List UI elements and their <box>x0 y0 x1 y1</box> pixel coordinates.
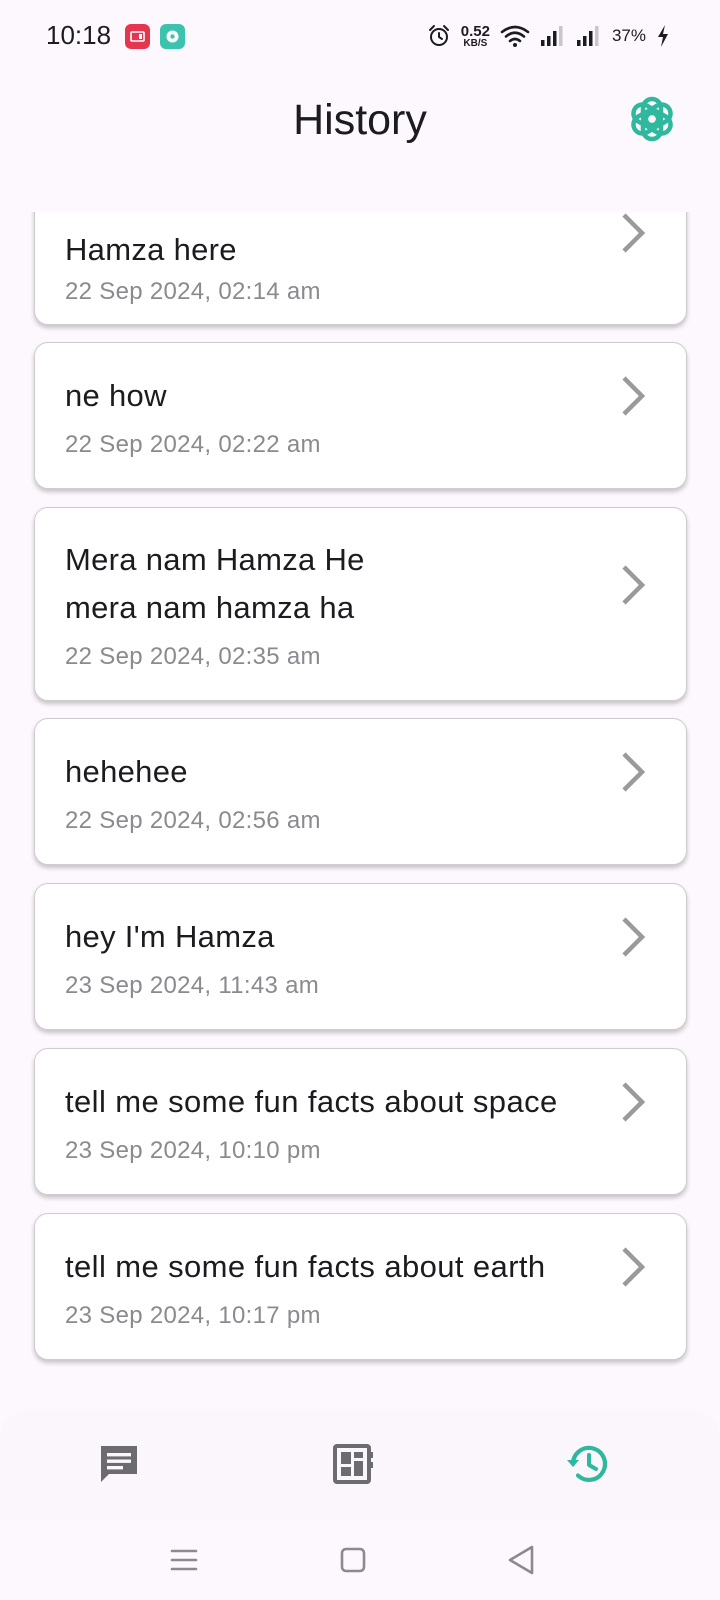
history-item[interactable]: ne how 22 Sep 2024, 02:22 am <box>34 342 687 489</box>
battery-level: 37% <box>611 26 646 45</box>
history-list[interactable]: Hamza here 22 Sep 2024, 02:14 am ne how … <box>0 212 720 1382</box>
tab-chat[interactable] <box>87 1432 151 1496</box>
chevron-right-icon <box>622 1082 646 1122</box>
home-icon[interactable] <box>333 1540 373 1580</box>
history-item-title: hehehee <box>65 754 188 789</box>
history-item[interactable]: hehehee 22 Sep 2024, 02:56 am <box>34 718 687 865</box>
history-item[interactable]: Hamza here 22 Sep 2024, 02:14 am <box>34 212 687 325</box>
chevron-right-icon <box>622 565 646 605</box>
history-item-title-line2: mera nam hamza ha <box>65 590 355 625</box>
dashboard-icon <box>333 1444 373 1484</box>
history-item-date: 22 Sep 2024, 02:56 am <box>65 807 321 834</box>
history-item-date: 23 Sep 2024, 10:17 pm <box>65 1302 321 1329</box>
history-item-title: hey I'm Hamza <box>65 919 275 954</box>
chevron-right-icon <box>622 917 646 957</box>
history-item-title: tell me some fun facts about earth <box>65 1249 546 1284</box>
history-item[interactable]: tell me some fun facts about space 23 Se… <box>34 1048 687 1195</box>
tab-dashboard[interactable] <box>321 1432 385 1496</box>
history-item[interactable]: hey I'm Hamza 23 Sep 2024, 11:43 am <box>34 883 687 1030</box>
app-header: History <box>0 72 720 212</box>
signal-icon <box>540 26 563 46</box>
signal-icon <box>576 26 599 46</box>
history-item-title: Mera nam Hamza He <box>65 542 365 577</box>
chevron-right-icon <box>622 376 646 416</box>
notification-app-icon <box>160 24 185 49</box>
page-title: History <box>293 96 427 144</box>
chevron-right-icon <box>622 752 646 792</box>
chat-icon <box>101 1446 137 1482</box>
chevron-right-icon <box>622 213 646 253</box>
history-item-title: Hamza here <box>65 232 237 267</box>
history-item-date: 22 Sep 2024, 02:22 am <box>65 431 321 458</box>
history-item-date: 22 Sep 2024, 02:14 am <box>65 278 321 305</box>
history-item-title: tell me some fun facts about space <box>65 1084 558 1119</box>
network-speed-value: 0.52 <box>460 22 490 40</box>
status-bar: 10:18 0.52 KB/S 37% <box>0 0 720 72</box>
wifi-icon <box>500 25 530 47</box>
chevron-right-icon <box>622 1247 646 1287</box>
charging-icon <box>658 25 668 47</box>
history-item[interactable]: Mera nam Hamza He mera nam hamza ha 22 S… <box>34 507 687 701</box>
system-navigation-bar <box>0 1520 720 1600</box>
history-item-date: 23 Sep 2024, 10:10 pm <box>65 1137 321 1164</box>
history-item[interactable]: tell me some fun facts about earth 23 Se… <box>34 1213 687 1360</box>
openai-logo-icon[interactable] <box>626 93 678 145</box>
history-item-date: 22 Sep 2024, 02:35 am <box>65 643 321 670</box>
menu-icon[interactable] <box>164 1540 204 1580</box>
status-time: 10:18 <box>46 20 112 50</box>
history-icon <box>567 1445 608 1482</box>
network-speed-unit: KB/S <box>463 37 488 49</box>
notification-app-icon <box>125 24 150 49</box>
network-speed: 0.52 KB/S <box>461 24 490 49</box>
back-icon[interactable] <box>502 1540 542 1580</box>
alarm-icon <box>428 25 449 46</box>
bottom-navigation <box>0 1410 720 1520</box>
history-item-title: ne how <box>65 378 167 413</box>
history-item-date: 23 Sep 2024, 11:43 am <box>65 972 320 999</box>
tab-history[interactable] <box>556 1432 620 1496</box>
